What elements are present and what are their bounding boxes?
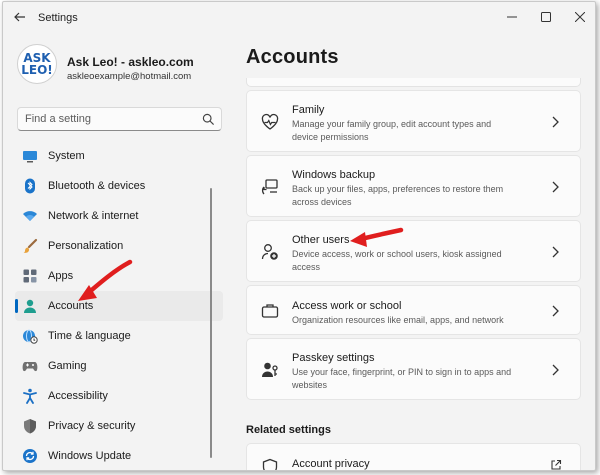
red-arrow-to-other-users (350, 227, 404, 247)
annotation-arrows (78, 227, 404, 301)
red-arrow-to-accounts (78, 259, 133, 301)
settings-window: Settings ASK LEO! Ask Leo! - askleo.com … (2, 1, 596, 471)
